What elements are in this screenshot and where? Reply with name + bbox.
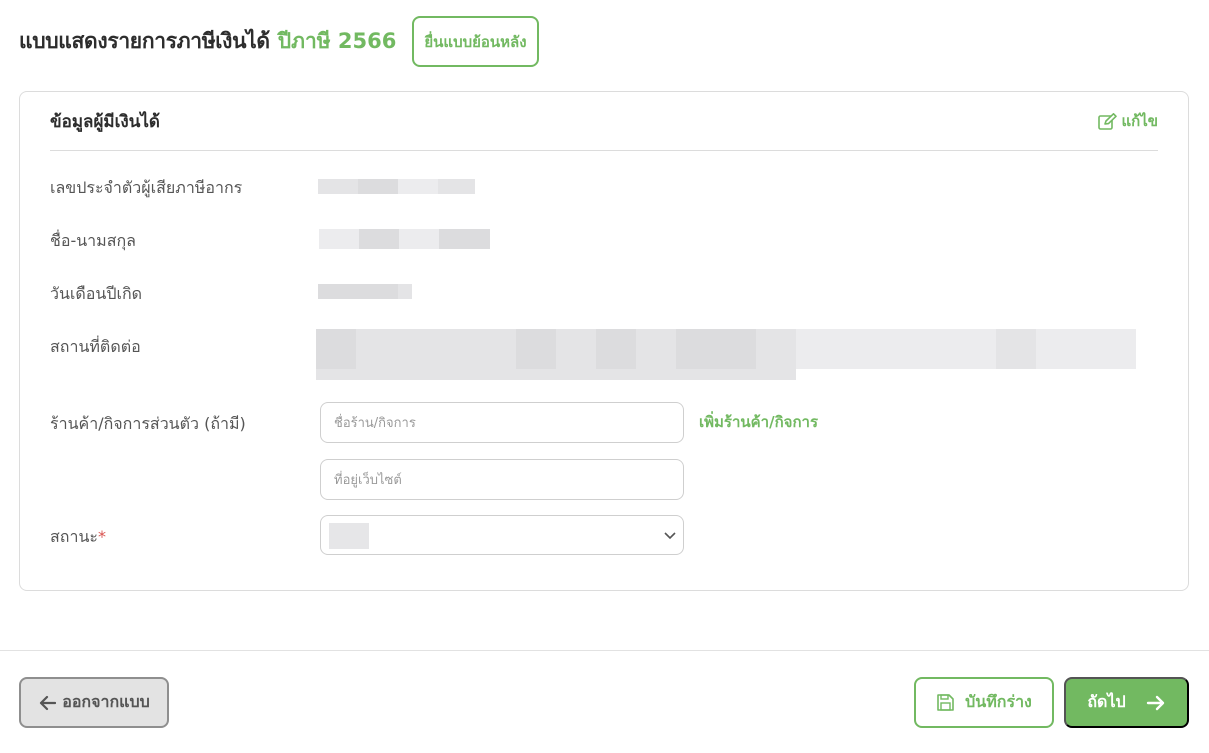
late-filing-button[interactable]: ยื่นแบบย้อนหลัง bbox=[412, 16, 539, 67]
arrow-left-icon bbox=[40, 695, 57, 710]
exit-form-button[interactable]: ออกจากแบบ bbox=[19, 677, 169, 728]
edit-label: แก้ไข bbox=[1121, 112, 1158, 130]
address-label: สถานที่ติดต่อ bbox=[50, 337, 141, 356]
page-title: แบบแสดงรายการภาษีเงินได้ bbox=[19, 29, 270, 53]
edit-icon bbox=[1098, 112, 1118, 130]
footer-divider bbox=[0, 650, 1209, 651]
required-mark: * bbox=[97, 527, 106, 546]
add-shop-link[interactable]: เพิ่มร้านค้า/กิจการ bbox=[699, 410, 818, 434]
taxpayer-info-card: ข้อมูลผู้มีเงินได้ แก้ไข เลขประจำตัวผู้เ… bbox=[19, 91, 1189, 591]
website-input[interactable]: ที่อยู่เว็บไซต์ bbox=[320, 459, 684, 500]
shop-name-input[interactable]: ชื่อร้าน/กิจการ bbox=[320, 402, 684, 443]
shop-label: ร้านค้า/กิจการส่วนตัว (ถ้ามี) bbox=[50, 414, 246, 433]
save-draft-button[interactable]: บันทึกร่าง bbox=[914, 677, 1054, 728]
arrow-right-icon bbox=[1146, 695, 1164, 710]
website-placeholder: ที่อยู่เว็บไซต์ bbox=[334, 473, 402, 488]
status-select[interactable] bbox=[320, 515, 684, 555]
birthdate-label: วันเดือนปีเกิด bbox=[50, 284, 143, 303]
tax-year-label: ปีภาษี 2566 bbox=[277, 29, 397, 53]
chevron-down-icon bbox=[664, 532, 676, 540]
shop-name-placeholder: ชื่อร้าน/กิจการ bbox=[334, 416, 416, 431]
next-button[interactable]: ถัดไป bbox=[1064, 677, 1189, 728]
exit-form-label: ออกจากแบบ bbox=[62, 694, 150, 711]
status-value-redacted bbox=[329, 523, 369, 549]
save-draft-label: บันทึกร่าง bbox=[965, 694, 1032, 711]
page-header: แบบแสดงรายการภาษีเงินได้ ปีภาษี 2566 ยื่… bbox=[19, 16, 539, 67]
name-label: ชื่อ-นามสกุล bbox=[50, 231, 136, 250]
status-label: สถานะ* bbox=[50, 527, 106, 546]
next-label: ถัดไป bbox=[1087, 694, 1126, 711]
tax-id-label: เลขประจำตัวผู้เสียภาษีอากร bbox=[50, 178, 243, 197]
card-header: ข้อมูลผู้มีเงินได้ แก้ไข bbox=[50, 92, 1158, 151]
save-icon bbox=[937, 694, 954, 711]
card-title: ข้อมูลผู้มีเงินได้ bbox=[50, 111, 160, 132]
edit-link[interactable]: แก้ไข bbox=[1098, 109, 1158, 133]
